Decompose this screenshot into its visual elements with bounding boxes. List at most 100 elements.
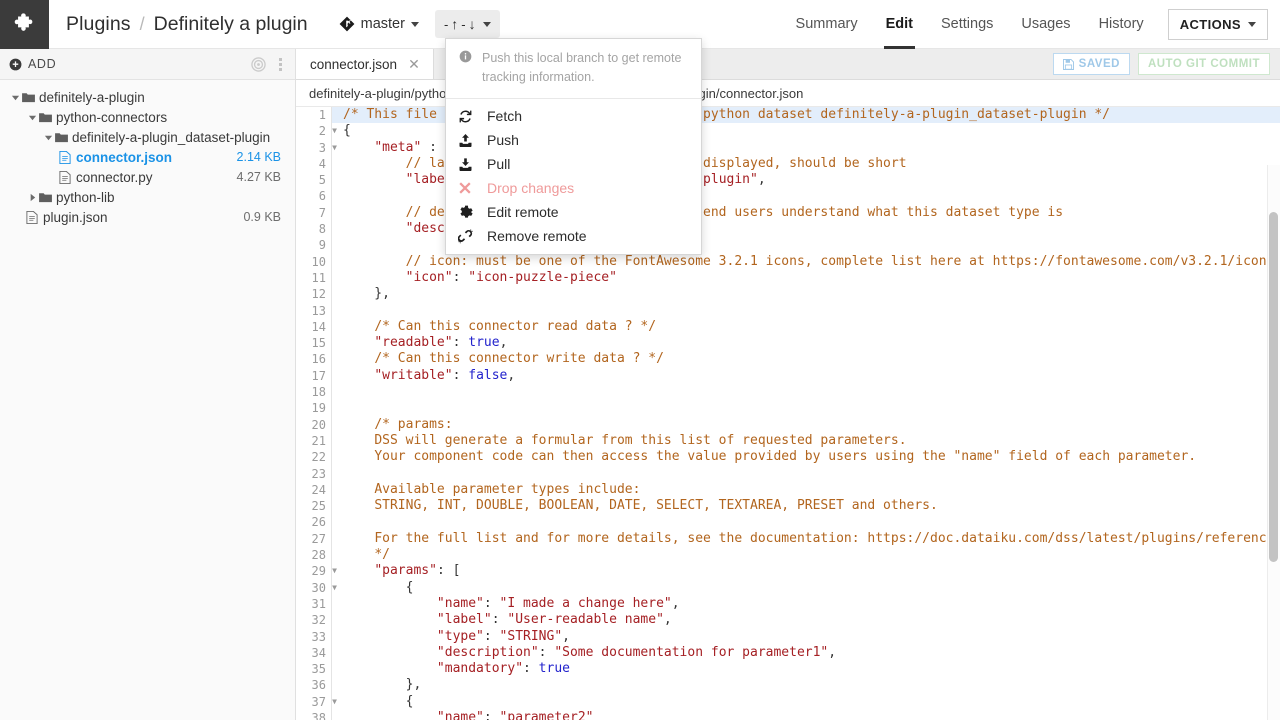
- code-token: ,: [671, 595, 680, 611]
- code-token: ,: [562, 628, 570, 644]
- menu-item-label: Edit remote: [487, 204, 559, 220]
- code-line[interactable]: /* Can this connector write data ? */: [343, 351, 1280, 367]
- line-number: 32: [311, 613, 326, 628]
- code-token: "User-readable name": [507, 612, 664, 628]
- code-line[interactable]: {: [343, 694, 1280, 710]
- breadcrumb-plugins-link[interactable]: Plugins: [66, 13, 131, 36]
- code-token: ,: [507, 367, 516, 383]
- tab-edit[interactable]: Edit: [872, 0, 927, 49]
- tree-row-definitely-a-plugin[interactable]: definitely-a-plugin: [0, 87, 295, 107]
- tree-row-python-connectors[interactable]: python-connectors: [0, 107, 295, 127]
- file-icon: [26, 210, 43, 224]
- line-number: 35: [311, 662, 326, 677]
- saved-status-badge[interactable]: SAVED: [1052, 53, 1130, 75]
- menu-item-edit-remote[interactable]: Edit remote: [446, 200, 701, 224]
- code-line[interactable]: },: [343, 677, 1280, 693]
- code-token: {: [343, 579, 414, 595]
- code-line[interactable]: "description": "Some documentation for p…: [343, 645, 1280, 661]
- code-line[interactable]: "name": "parameter2": [343, 710, 1280, 720]
- code-editor[interactable]: 1 2 ▼ 3 ▼ 4 5 6 7 8 9 10 11 12 13 14 15 16 17 18 19 20 21 22 23 2…: [296, 107, 1280, 720]
- code-token: "description": [436, 644, 539, 660]
- line-number: 8: [318, 222, 326, 237]
- code-line[interactable]: "icon": "icon-puzzle-piece": [343, 270, 1280, 286]
- line-number: 15: [311, 336, 326, 351]
- branch-selector[interactable]: master: [333, 13, 425, 35]
- tab-history[interactable]: History: [1085, 0, 1158, 49]
- add-button[interactable]: ADD: [9, 57, 56, 71]
- code-line[interactable]: STRING, INT, DOUBLE, BOOLEAN, DATE, SELE…: [343, 498, 1280, 514]
- code-line[interactable]: DSS will generate a formular from this l…: [343, 433, 1280, 449]
- tree-row-connector-json[interactable]: connector.json 2.14 KB: [0, 147, 295, 167]
- auto-git-commit-badge[interactable]: AUTO GIT COMMIT: [1137, 53, 1270, 75]
- code-line[interactable]: */: [343, 547, 1280, 563]
- target-icon[interactable]: [251, 56, 266, 72]
- line-number: 23: [311, 466, 326, 481]
- code-line[interactable]: {: [343, 580, 1280, 596]
- code-token: Available parameter types include:: [374, 481, 641, 497]
- code-line[interactable]: [343, 400, 1280, 416]
- code-token: "type": [436, 628, 484, 644]
- code-line[interactable]: Available parameter types include:: [343, 482, 1280, 498]
- twisty-down-icon[interactable]: [9, 93, 22, 102]
- code-line[interactable]: },: [343, 286, 1280, 302]
- file-tree-sidebar: ADD definitely-a-plugin python-connector…: [0, 49, 296, 720]
- code-line[interactable]: /* Can this connector read data ? */: [343, 319, 1280, 335]
- code-line[interactable]: "writable": false,: [343, 368, 1280, 384]
- breadcrumb-current-plugin[interactable]: Definitely a plugin: [154, 13, 308, 36]
- line-number: 36: [311, 678, 326, 693]
- line-number: 24: [311, 482, 326, 497]
- code-line[interactable]: [343, 514, 1280, 530]
- code-line[interactable]: "label": "User-readable name",: [343, 612, 1280, 628]
- code-token: /* Can this connector write data ? */: [374, 351, 664, 367]
- tree-row-plugin-json[interactable]: plugin.json 0.9 KB: [0, 207, 295, 227]
- unlink-icon: [456, 228, 474, 244]
- tree-row-dataset-plugin[interactable]: definitely-a-plugin_dataset-plugin: [0, 127, 295, 147]
- code-line[interactable]: "mandatory": true: [343, 661, 1280, 677]
- kebab-menu-icon[interactable]: [279, 57, 282, 71]
- code-token: /* Can this connector read data ? */: [374, 318, 657, 334]
- tree-row-python-lib[interactable]: python-lib: [0, 187, 295, 207]
- editor-vertical-scrollbar[interactable]: [1269, 212, 1278, 562]
- line-number: 33: [311, 629, 326, 644]
- code-line[interactable]: "readable": true,: [343, 335, 1280, 351]
- code-line[interactable]: "type": "STRING",: [343, 629, 1280, 645]
- tree-row-connector-py[interactable]: connector.py 4.27 KB: [0, 167, 295, 187]
- actions-button[interactable]: ACTIONS: [1167, 8, 1268, 40]
- twisty-down-icon[interactable]: [26, 113, 39, 122]
- close-icon[interactable]: ✕: [408, 56, 420, 73]
- git-menu-item-list: Fetch Push Pull Drop changes Edit remote…: [446, 99, 701, 254]
- code-token: {: [343, 123, 351, 139]
- menu-item-drop-changes[interactable]: Drop changes: [446, 176, 701, 200]
- tab-settings[interactable]: Settings: [927, 0, 1007, 49]
- code-line[interactable]: [343, 303, 1280, 319]
- code-token: "I made a change here": [499, 595, 672, 611]
- menu-item-push[interactable]: Push: [446, 128, 701, 152]
- code-line[interactable]: // icon: must be one of the FontAwesome …: [343, 254, 1280, 270]
- file-icon: [59, 150, 76, 164]
- twisty-right-icon[interactable]: [26, 193, 39, 202]
- code-line[interactable]: "name": "I made a change here",: [343, 596, 1280, 612]
- menu-item-remove-remote[interactable]: Remove remote: [446, 224, 701, 248]
- menu-item-fetch[interactable]: Fetch: [446, 104, 701, 128]
- twisty-down-icon[interactable]: [42, 133, 55, 142]
- editor-tab-connector-json[interactable]: connector.json ✕: [296, 49, 434, 79]
- app-logo[interactable]: [0, 0, 49, 49]
- code-line[interactable]: "params": [: [343, 563, 1280, 579]
- code-line[interactable]: Your component code can then access the …: [343, 449, 1280, 465]
- tab-usages[interactable]: Usages: [1007, 0, 1084, 49]
- commits-ahead-count: -: [443, 16, 449, 32]
- code-line[interactable]: /* params:: [343, 417, 1280, 433]
- code-line[interactable]: [343, 466, 1280, 482]
- menu-item-pull[interactable]: Pull: [446, 152, 701, 176]
- branch-name-label: master: [360, 16, 405, 32]
- tab-summary[interactable]: Summary: [782, 0, 872, 49]
- git-sync-status-button[interactable]: - ↑ - ↓: [434, 10, 500, 38]
- code-line[interactable]: For the full list and for more details, …: [343, 531, 1280, 547]
- tree-item-label: definitely-a-plugin: [39, 89, 145, 105]
- code-line[interactable]: [343, 384, 1280, 400]
